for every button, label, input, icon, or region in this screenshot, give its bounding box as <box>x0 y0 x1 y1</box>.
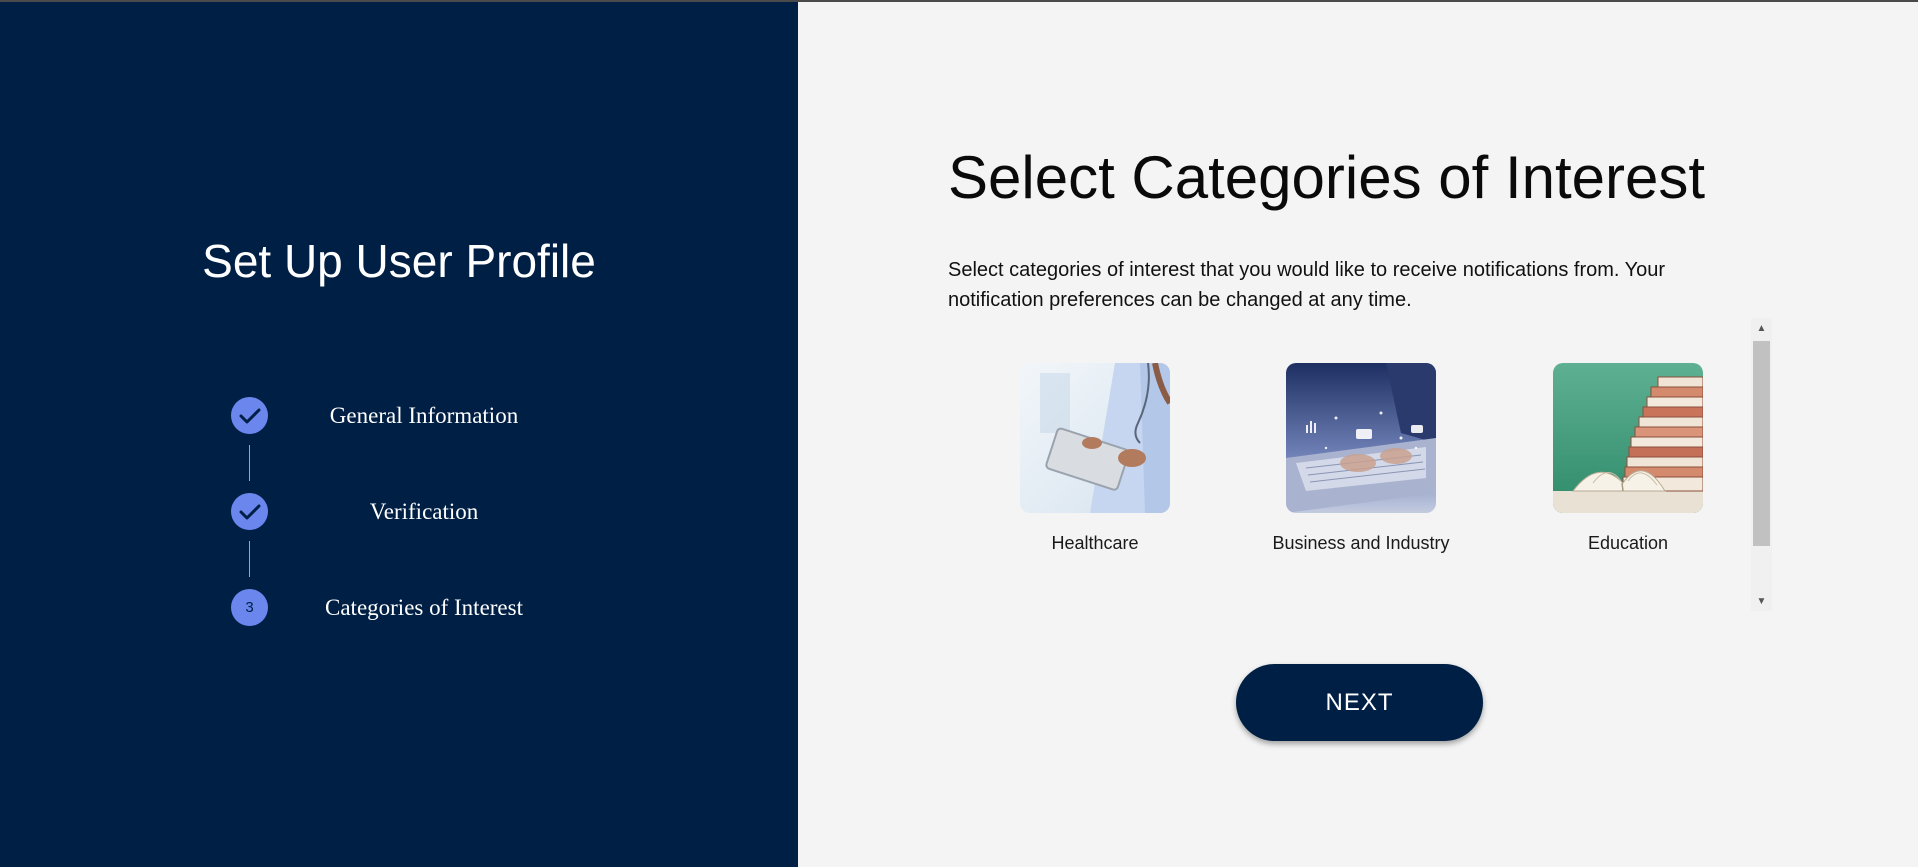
scrollbar-thumb[interactable] <box>1753 341 1770 546</box>
page-description: Select categories of interest that you w… <box>948 259 1666 311</box>
category-label: Healthcare <box>1051 533 1139 553</box>
healthcare-image[interactable] <box>1020 363 1170 513</box>
category-label: Business and Industry <box>1272 533 1450 553</box>
education-image[interactable] <box>1553 363 1703 513</box>
category-label: Education <box>1587 533 1669 553</box>
scroll-down-arrow-icon[interactable]: ▼ <box>1751 591 1772 611</box>
step-1-check-icon <box>231 397 268 434</box>
sidebar-title: Set Up User Profile <box>202 235 596 287</box>
page-title: Select Categories of Interest <box>948 144 1706 211</box>
setup-sidebar: Set Up User Profile General Information … <box>0 0 798 867</box>
business-image[interactable] <box>1286 363 1436 513</box>
category-list[interactable]: Healthcare Business and Industry Educati… <box>960 318 1752 611</box>
category-card-healthcare[interactable]: Healthcare <box>1005 363 1185 561</box>
step-connector <box>249 541 250 577</box>
next-button[interactable]: NEXT <box>1236 664 1483 741</box>
category-card-education[interactable]: Education <box>1538 363 1718 561</box>
category-list-scrollbar[interactable]: ▲ ▼ <box>1751 318 1772 611</box>
category-card-business-and-industry[interactable]: Business and Industry <box>1271 363 1451 561</box>
step-2-check-icon <box>231 493 268 530</box>
window-top-border <box>0 0 1918 2</box>
step-3-number: 3 <box>231 589 268 626</box>
step-connector <box>249 445 250 481</box>
step-label-categories-of-interest[interactable]: Categories of Interest <box>304 593 544 623</box>
scroll-up-arrow-icon[interactable]: ▲ <box>1751 318 1772 338</box>
step-label-verification[interactable]: Verification <box>304 497 544 527</box>
step-label-general-information[interactable]: General Information <box>304 401 544 431</box>
